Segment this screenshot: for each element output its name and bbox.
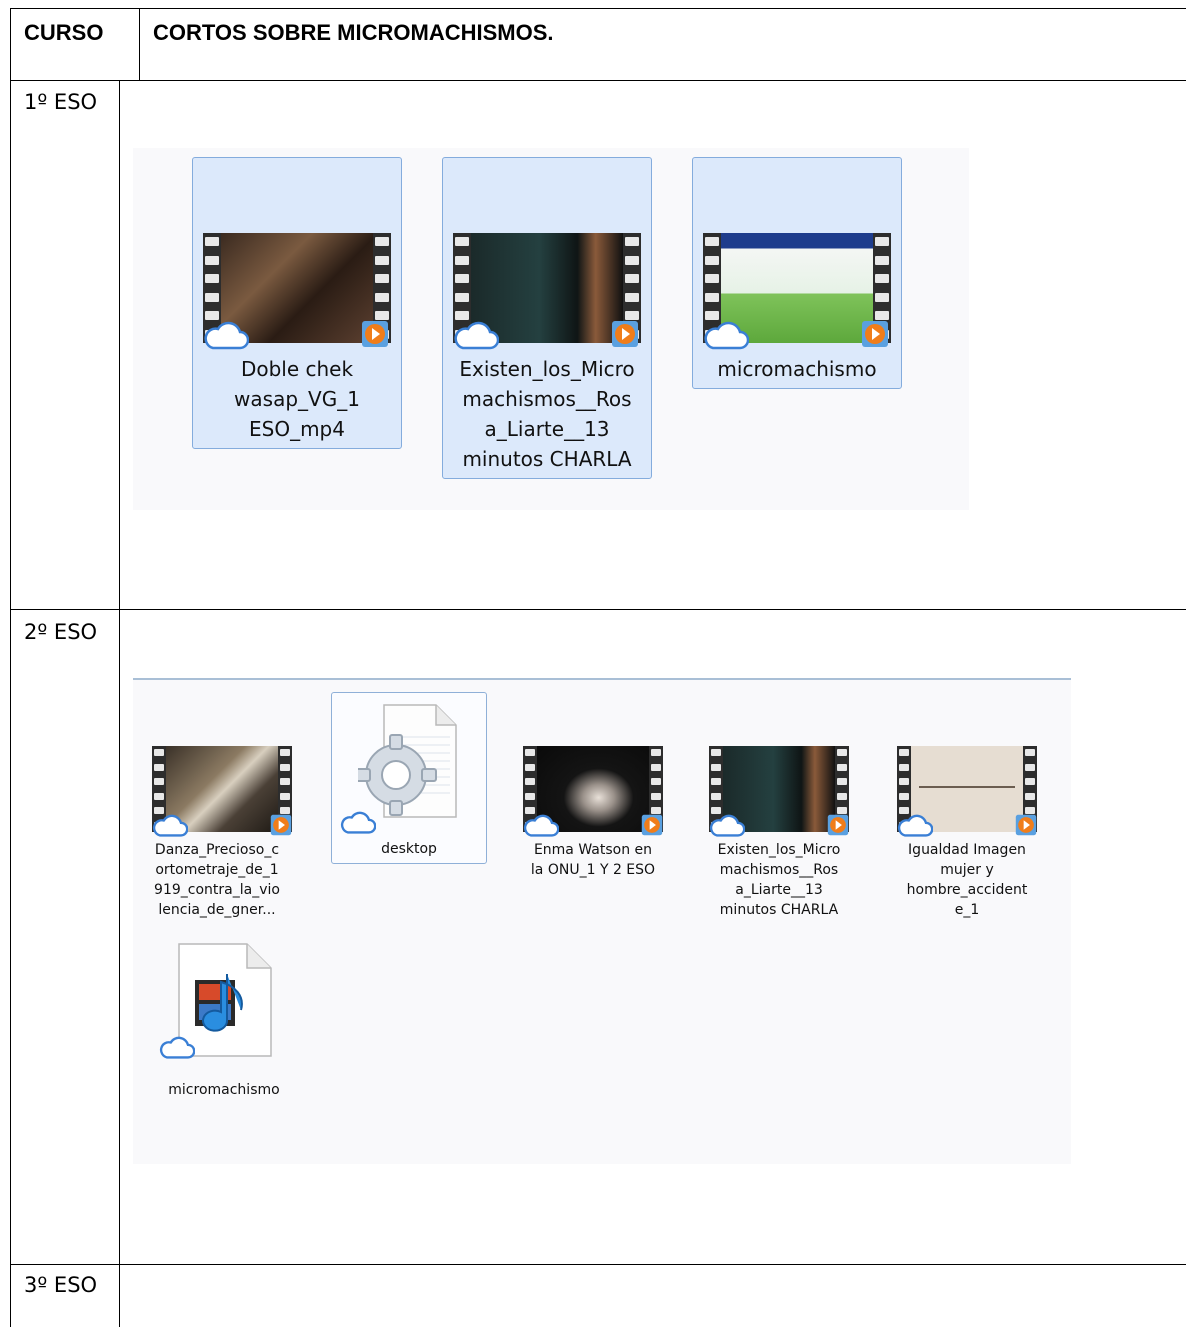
table-divider-course-col [119,80,120,1327]
cloud-icon [203,321,249,351]
play-icon [827,814,849,836]
file-label: micromachismo [168,1082,280,1098]
play-icon [611,320,639,348]
course-label-2eso: 2º ESO [24,620,98,644]
cloud-icon [897,814,933,838]
header-curso: CURSO [24,20,104,45]
file-label: Igualdad Imagen mujer y hombre_accident … [906,842,1028,918]
table-border-top [10,8,1186,9]
file-label: Danza_Precioso_c ortometraje_de_1 919_co… [154,842,280,918]
cloud-icon [703,321,749,351]
settings-file-icon [358,703,462,821]
course-label-1eso: 1º ESO [24,90,98,114]
cloud-icon [709,814,745,838]
play-icon [270,814,292,836]
play-icon [361,320,389,348]
video-file-micromachismo[interactable]: micromachismo [692,157,902,389]
table-row-border [10,609,1186,610]
file-label: micromachismo [717,357,877,381]
play-icon [861,320,889,348]
video-file-danza-precioso[interactable]: Danza_Precioso_c ortometraje_de_1 919_co… [139,746,295,936]
media-file-micromachismo[interactable]: micromachismo [139,942,295,1112]
file-label: Existen_los_Micro machismos__Ros a_Liart… [459,357,635,471]
video-file-igualdad-imagen[interactable]: Igualdad Imagen mujer y hombre_accident … [889,746,1045,936]
cloud-icon [523,814,559,838]
file-label: Doble chek wasap_VG_1 ESO_mp4 [234,357,360,441]
file-label: Enma Watson en la ONU_1 Y 2 ESO [530,842,656,878]
video-file-doble-chek[interactable]: Doble chek wasap_VG_1 ESO_mp4 [192,157,402,449]
cloud-icon [152,814,188,838]
header-cortos-title: CORTOS SOBRE MICROMACHISMOS. [153,20,554,45]
file-label: Existen_los_Micro machismos__Ros a_Liart… [717,842,841,918]
table-divider-header-col [139,8,140,80]
video-file-existen-micromachismos[interactable]: Existen_los_Micro machismos__Ros a_Liart… [442,157,652,479]
cloud-icon [340,811,376,835]
video-file-existen-micromachismos[interactable]: Existen_los_Micro machismos__Ros a_Liart… [701,746,857,936]
cloud-icon [159,1036,195,1060]
cloud-icon [453,321,499,351]
video-file-enma-watson[interactable]: Enma Watson en la ONU_1 Y 2 ESO [515,746,671,886]
play-icon [1015,814,1037,836]
table-row-border [10,80,1186,81]
file-label: desktop [381,841,437,857]
table-border-left [10,8,11,1327]
file-explorer-panel-2eso: Danza_Precioso_c ortometraje_de_1 919_co… [133,678,1071,1164]
file-explorer-panel-1eso: Doble chek wasap_VG_1 ESO_mp4 Existen_lo… [133,148,969,510]
course-label-3eso: 3º ESO [24,1273,98,1297]
settings-file-desktop[interactable]: desktop [331,692,487,864]
play-icon [641,814,663,836]
table-row-border [10,1264,1186,1265]
